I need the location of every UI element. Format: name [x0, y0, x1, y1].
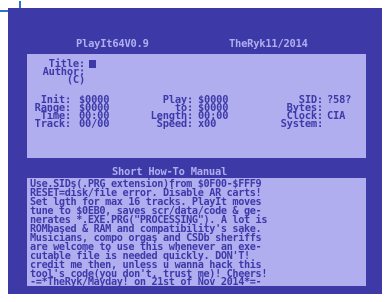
c64-screen: PlayIt64V0.9 TheRyk11/2014 Title: Author… — [22, 28, 368, 292]
manual-text-box: Use.SIDs(.PRG extension)from $0F00-$FFF9… — [27, 178, 366, 288]
manual-title: Short How-To Manual — [112, 166, 228, 178]
system-label: System: — [280, 118, 324, 130]
app-title: PlayIt64V0.9 — [76, 38, 149, 50]
text-cursor — [89, 60, 96, 68]
manual-footer-line: -=*TheRyk/Mayday! on 21st of Nov 2014*=- — [30, 277, 262, 288]
track-value: 00/00 — [79, 118, 110, 130]
title-input[interactable] — [89, 60, 96, 69]
sid-value: ?58? — [327, 94, 352, 106]
info-panel: Title: Author: (C) Init: $0000 Play: $00… — [27, 54, 366, 158]
speed-label: Speed: — [156, 118, 194, 130]
app-credit: TheRyk11/2014 — [229, 38, 308, 50]
clock-value: CIA — [327, 110, 346, 122]
speed-value: x00 — [198, 118, 217, 130]
copyright-label: (C) — [66, 74, 85, 86]
track-label: Track: — [34, 118, 72, 130]
